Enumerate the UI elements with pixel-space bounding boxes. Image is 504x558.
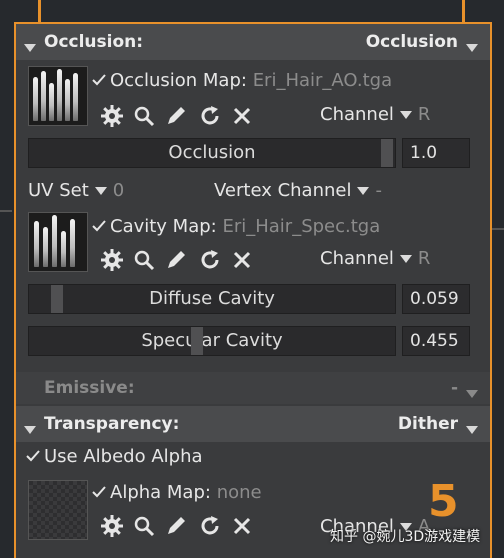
dropdown-triangle-icon[interactable] xyxy=(94,187,107,195)
transparency-header-title: Transparency: xyxy=(44,414,180,434)
check-icon[interactable] xyxy=(92,217,106,232)
uv-set-select[interactable]: UV Set 0 xyxy=(28,180,124,201)
emissive-mode-select[interactable]: - xyxy=(451,378,458,398)
dropdown-triangle-icon[interactable] xyxy=(399,111,412,119)
check-icon[interactable] xyxy=(92,71,106,86)
channel-label: Channel xyxy=(320,104,394,125)
reload-icon[interactable] xyxy=(198,248,222,272)
search-icon[interactable] xyxy=(132,104,156,128)
gear-icon[interactable] xyxy=(100,104,124,128)
alpha-map-file[interactable]: none xyxy=(217,482,262,503)
check-icon[interactable] xyxy=(26,447,40,462)
alpha-map-thumbnail[interactable] xyxy=(28,480,88,540)
pencil-icon[interactable] xyxy=(164,514,188,538)
edge-divider xyxy=(0,210,12,212)
search-icon[interactable] xyxy=(132,248,156,272)
channel-value: R xyxy=(417,248,431,269)
dropdown-triangle-icon[interactable] xyxy=(399,255,412,263)
close-icon[interactable] xyxy=(230,514,254,538)
close-icon[interactable] xyxy=(230,104,254,128)
vertex-channel-value: - xyxy=(375,180,382,201)
search-icon[interactable] xyxy=(132,514,156,538)
vertex-channel-label: Vertex Channel xyxy=(214,180,352,201)
collapse-triangle-icon[interactable] xyxy=(24,420,36,440)
pencil-icon[interactable] xyxy=(164,104,188,128)
material-properties-panel: Occlusion: Occlusion Occlusion Map: Eri_… xyxy=(14,22,492,558)
occlusion-channel-select[interactable]: Channel R xyxy=(320,104,430,125)
cavity-map-file[interactable]: Eri_Hair_Spec.tga xyxy=(222,216,380,237)
vertex-channel-select[interactable]: Vertex Channel - xyxy=(214,180,382,201)
slider-handle[interactable] xyxy=(381,139,393,167)
alpha-map-row: Alpha Map: none xyxy=(92,482,262,503)
orange-guide-line-left xyxy=(38,0,41,24)
reload-icon[interactable] xyxy=(198,104,222,128)
gear-icon[interactable] xyxy=(100,248,124,272)
channel-label: Channel xyxy=(320,248,394,269)
occlusion-slider[interactable]: Occlusion xyxy=(28,138,396,168)
diffuse-cavity-value-input[interactable]: 0.059 xyxy=(402,284,470,314)
alpha-map-label: Alpha Map: xyxy=(110,482,211,503)
transparency-section-header[interactable]: Transparency: Dither xyxy=(16,406,490,442)
uv-set-label: UV Set xyxy=(28,180,89,201)
channel-value: R xyxy=(417,104,431,125)
edge-divider-right xyxy=(490,228,504,230)
step-number-badge: 5 xyxy=(428,476,459,527)
slider-handle[interactable] xyxy=(191,327,203,355)
occlusion-slider-label: Occlusion xyxy=(168,142,256,163)
cavity-map-label: Cavity Map: xyxy=(110,216,217,237)
occlusion-map-label: Occlusion Map: xyxy=(110,70,247,91)
watermark-text: 知乎 @婉儿3D游戏建模 xyxy=(330,529,481,545)
specular-cavity-slider[interactable]: Specular Cavity xyxy=(28,326,396,356)
emissive-section-header[interactable]: Emissive: - xyxy=(16,372,490,404)
gear-icon[interactable] xyxy=(100,514,124,538)
occlusion-map-row: Occlusion Map: Eri_Hair_AO.tga xyxy=(92,70,392,91)
occlusion-value-input[interactable]: 1.0 xyxy=(402,138,470,168)
uv-set-value: 0 xyxy=(112,180,125,201)
chevron-down-icon[interactable] xyxy=(466,384,478,404)
orange-guide-line-right xyxy=(462,0,465,24)
specular-cavity-value-input[interactable]: 0.455 xyxy=(402,326,470,356)
use-albedo-alpha-checkbox[interactable]: Use Albedo Alpha xyxy=(26,446,203,467)
pencil-icon[interactable] xyxy=(164,248,188,272)
chevron-down-icon[interactable] xyxy=(466,420,478,440)
transparency-mode-select[interactable]: Dither xyxy=(398,414,458,434)
close-icon[interactable] xyxy=(230,248,254,272)
occlusion-mode-select[interactable]: Occlusion xyxy=(366,32,458,52)
specular-cavity-label: Specular Cavity xyxy=(141,330,283,351)
use-albedo-alpha-label: Use Albedo Alpha xyxy=(44,446,203,467)
occlusion-section-header[interactable]: Occlusion: Occlusion xyxy=(16,24,490,60)
emissive-header-title: Emissive: xyxy=(44,378,135,398)
diffuse-cavity-slider[interactable]: Diffuse Cavity xyxy=(28,284,396,314)
occlusion-map-thumbnail[interactable] xyxy=(28,66,88,126)
slider-handle[interactable] xyxy=(51,285,63,313)
cavity-map-row: Cavity Map: Eri_Hair_Spec.tga xyxy=(92,216,380,237)
collapse-triangle-icon[interactable] xyxy=(24,38,36,58)
dropdown-triangle-icon[interactable] xyxy=(357,187,370,195)
occlusion-map-file[interactable]: Eri_Hair_AO.tga xyxy=(253,70,392,91)
chevron-down-icon[interactable] xyxy=(466,38,478,58)
occlusion-header-title: Occlusion: xyxy=(44,32,144,52)
cavity-channel-select[interactable]: Channel R xyxy=(320,248,430,269)
reload-icon[interactable] xyxy=(198,514,222,538)
check-icon[interactable] xyxy=(92,483,106,498)
diffuse-cavity-label: Diffuse Cavity xyxy=(149,288,275,309)
cavity-map-thumbnail[interactable] xyxy=(28,212,88,272)
